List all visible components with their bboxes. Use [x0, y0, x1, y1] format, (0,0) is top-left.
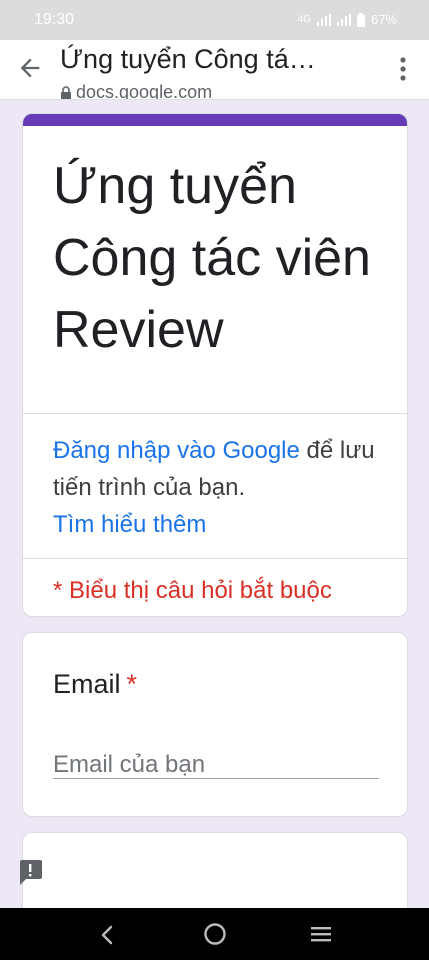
browser-toolbar: Ứng tuyển Công tá… docs.google.com: [0, 40, 429, 100]
question-card-email: Email *: [22, 632, 408, 817]
more-vert-icon[interactable]: [399, 56, 407, 82]
form-accent-bar: [23, 114, 407, 126]
signal-icon: [336, 13, 351, 26]
nav-recents-icon[interactable]: [310, 925, 332, 943]
status-bar: 19:30 4G 67%: [0, 0, 429, 40]
signin-notice: Đăng nhập vào Google để lưu tiến trình c…: [23, 414, 407, 558]
battery-icon: [356, 12, 365, 27]
status-indicators: 4G 67%: [298, 12, 397, 27]
nav-back-icon[interactable]: [98, 924, 118, 946]
system-nav-bar: [0, 908, 429, 960]
question-label: Email *: [53, 669, 137, 700]
network-label: 4G: [297, 14, 311, 25]
form-title: Ứng tuyển Công tác viên Review: [53, 157, 371, 359]
required-note: * Biểu thị câu hỏi bắt buộc: [53, 577, 332, 604]
question-title: Email: [53, 669, 121, 699]
url-bar[interactable]: docs.google.com: [60, 82, 213, 100]
form-header-card: Ứng tuyển Công tác viên Review Đăng nhập…: [22, 113, 408, 617]
signal-icon: [316, 13, 331, 26]
page-title: Ứng tuyển Công tá…: [60, 44, 316, 74]
lock-icon: [61, 85, 71, 99]
report-icon[interactable]: [17, 858, 43, 886]
signin-link[interactable]: Đăng nhập vào Google: [53, 437, 300, 464]
back-arrow-icon[interactable]: [16, 54, 44, 82]
learn-more-link[interactable]: Tìm hiểu thêm: [53, 511, 206, 538]
url-text: docs.google.com: [76, 82, 213, 100]
status-time: 19:30: [34, 11, 75, 28]
nav-home-icon[interactable]: [203, 922, 227, 946]
required-mark: *: [126, 669, 138, 699]
email-field[interactable]: [53, 751, 379, 779]
battery-percent: 67%: [370, 12, 397, 27]
